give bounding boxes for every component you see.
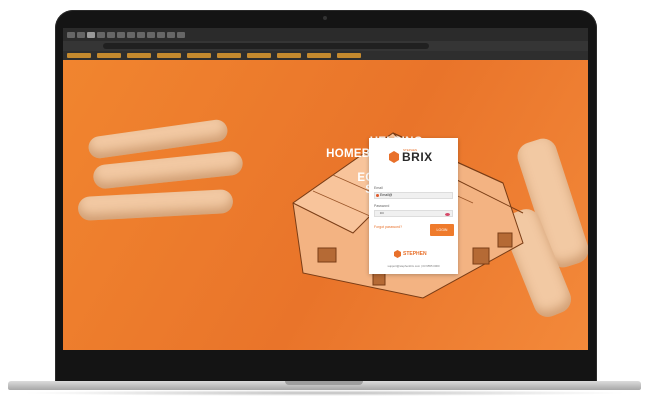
- logo-text: BRIX: [402, 150, 433, 164]
- browser-tab[interactable]: [137, 31, 145, 38]
- laptop-base: [0, 381, 649, 399]
- laptop-screen: HELPING HOMEBUILDERS ACHIEVE ECONOMIC SU…: [63, 28, 588, 350]
- address-bar[interactable]: [103, 43, 429, 49]
- login-card: BRIX STEPHEN Email Email@ Password ••• F…: [369, 138, 458, 274]
- address-row: [63, 41, 588, 51]
- user-icon: [376, 194, 379, 197]
- base-shadow: [20, 390, 629, 396]
- bookmark[interactable]: [217, 53, 241, 58]
- browser-tab[interactable]: [147, 31, 155, 38]
- password-label: Password: [374, 204, 390, 208]
- bookmark[interactable]: [337, 53, 361, 58]
- brix-logo: BRIX: [389, 150, 433, 164]
- bookmark[interactable]: [247, 53, 271, 58]
- bookmark[interactable]: [67, 53, 91, 58]
- password-field[interactable]: •••: [374, 210, 453, 217]
- browser-tab[interactable]: [117, 31, 125, 38]
- bookmark[interactable]: [277, 53, 301, 58]
- bookmark[interactable]: [157, 53, 181, 58]
- email-field[interactable]: Email@: [374, 192, 453, 199]
- browser-tab-strip: [63, 28, 588, 41]
- email-value: Email@: [380, 193, 393, 197]
- browser-tab[interactable]: [77, 31, 85, 38]
- browser-tab[interactable]: [107, 31, 115, 38]
- browser-tab[interactable]: [177, 31, 185, 38]
- bookmarks-bar: [63, 51, 588, 60]
- bookmark[interactable]: [127, 53, 151, 58]
- browser-tab[interactable]: [157, 31, 165, 38]
- camera-icon: [323, 16, 327, 20]
- password-value: •••: [380, 211, 384, 215]
- bookmark[interactable]: [187, 53, 211, 58]
- email-label: Email: [374, 186, 383, 190]
- logo-tagline: STEPHEN: [403, 148, 418, 152]
- login-button[interactable]: LOGIN: [430, 224, 454, 236]
- bookmark[interactable]: [307, 53, 331, 58]
- stephen-logo-icon: [394, 250, 401, 258]
- browser-tab[interactable]: [97, 31, 105, 38]
- browser-tab[interactable]: [87, 31, 95, 38]
- browser-tab[interactable]: [127, 31, 135, 38]
- browser-tab[interactable]: [167, 31, 175, 38]
- support-footer: support@stephenbrix.com | 03 9555 0000: [387, 264, 440, 268]
- brix-logo-icon: [389, 151, 399, 163]
- eye-icon[interactable]: [445, 212, 450, 216]
- base-notch: [285, 381, 363, 385]
- browser-tab[interactable]: [67, 31, 75, 38]
- forgot-password-link[interactable]: Forgot password?: [374, 225, 402, 229]
- bookmark[interactable]: [97, 53, 121, 58]
- stephen-logo: STEPHEN: [394, 250, 427, 258]
- stephen-logo-text: STEPHEN: [403, 251, 427, 257]
